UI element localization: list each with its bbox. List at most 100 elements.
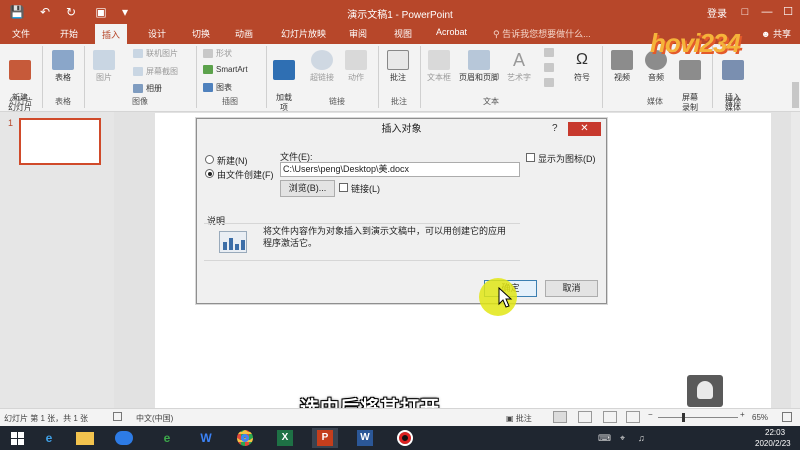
ribbon-divider [84, 46, 85, 108]
symbol-button[interactable]: Ω 符号 [570, 50, 594, 83]
date-time-icon [544, 48, 554, 57]
smartart-button[interactable]: SmartArt [203, 65, 248, 74]
textbox-button[interactable]: 文本框 [425, 50, 453, 83]
radio-create-new[interactable] [205, 155, 214, 164]
start-windows-icon[interactable] [4, 428, 30, 448]
zoom-slider[interactable] [658, 417, 738, 418]
omega-icon: Ω [576, 51, 588, 68]
tray-volume-icon[interactable]: ♫ [638, 433, 645, 443]
cancel-button[interactable]: 取消 [545, 280, 598, 297]
chart-icon [203, 83, 213, 92]
hyperlink-button[interactable]: 超链接 [306, 50, 338, 83]
tab-slideshow[interactable]: 幻灯片放映 [281, 27, 326, 40]
video-button[interactable]: 视频 [608, 50, 636, 83]
excel-icon[interactable]: X [272, 428, 298, 448]
wordart-button[interactable]: A 艺术字 [505, 50, 533, 83]
online-picture-icon [133, 49, 143, 58]
tray-keyboard-icon[interactable]: ⌨ [598, 433, 611, 444]
screenshot-icon [133, 67, 143, 76]
group-label-images: 图像 [132, 97, 148, 106]
new-slide-icon [9, 60, 31, 80]
language-status[interactable]: 中文(中国) [136, 413, 173, 424]
slideshow-view-icon[interactable] [626, 411, 640, 423]
slide-thumbnail[interactable] [19, 118, 101, 165]
tab-transitions[interactable]: 切换 [192, 27, 210, 40]
radio-create-from-file[interactable] [205, 169, 214, 178]
link-label: 链接(L) [351, 184, 380, 194]
group-label-slides: 幻灯片 [9, 97, 33, 106]
reading-view-icon[interactable] [603, 411, 617, 423]
addins-button[interactable]: 加载 项 [270, 50, 298, 113]
help-icon[interactable]: ? [552, 123, 558, 134]
comment-icon [387, 50, 409, 70]
album-button[interactable]: 相册 [133, 83, 162, 94]
edge-browser-icon[interactable]: e [154, 428, 180, 448]
zoom-out-icon[interactable]: − [648, 410, 653, 419]
browse-button[interactable]: 浏览(B)... [280, 180, 335, 197]
maximize-icon[interactable]: ☐ [778, 3, 798, 21]
addins-icon [273, 60, 295, 80]
tray-network-icon[interactable]: ⌖ [620, 433, 625, 444]
object-icon [544, 78, 554, 87]
zoom-slider-thumb[interactable] [682, 413, 685, 422]
vertical-scrollbar[interactable] [791, 82, 800, 408]
screen-record-button[interactable]: 屏幕 录制 [676, 50, 704, 113]
header-footer-button[interactable]: 页眉和页脚 [457, 50, 501, 83]
shapes-button[interactable]: 形状 [203, 48, 232, 59]
zoom-level[interactable]: 65% [752, 413, 768, 422]
zoom-in-icon[interactable]: + [740, 410, 745, 419]
clock-time[interactable]: 22:03 [765, 428, 785, 437]
powerpoint-icon[interactable]: P [312, 428, 338, 448]
ribbon-display-icon[interactable]: □ [735, 3, 755, 21]
date-time-button[interactable] [544, 48, 554, 57]
tab-insert[interactable]: 插入 [95, 24, 128, 44]
scroll-thumb[interactable] [792, 82, 799, 108]
online-pictures-button[interactable]: 联机图片 [133, 48, 178, 59]
chart-button[interactable]: 图表 [203, 82, 232, 93]
ribbon-divider [602, 46, 603, 108]
word-icon[interactable]: W [352, 428, 378, 448]
tab-home[interactable]: 开始 [60, 27, 78, 40]
screenshot-button[interactable]: 屏幕截图 [133, 66, 178, 77]
normal-view-icon[interactable] [553, 411, 567, 423]
embedded-object-icon [219, 231, 247, 253]
minimize-icon[interactable]: — [757, 3, 777, 21]
insert-media-icon [722, 60, 744, 80]
ie-browser-icon[interactable]: e [36, 428, 62, 448]
file-path-field[interactable]: C:\Users\peng\Desktop\美.docx [280, 162, 520, 177]
wps-icon[interactable]: W [193, 428, 219, 448]
object-button[interactable] [544, 78, 554, 87]
table-button[interactable]: 表格 [48, 50, 78, 83]
comments-toggle[interactable]: ▣ 批注 [506, 413, 532, 424]
fit-to-window-icon[interactable] [782, 412, 792, 422]
slide-count-status: 幻灯片 第 1 张，共 1 张 [4, 414, 89, 423]
spellcheck-icon[interactable] [113, 412, 122, 421]
tell-me-search[interactable]: ⚲ 告诉我您想要做什么... [493, 27, 591, 40]
window-title: 演示文稿1 - PowerPoint [347, 10, 453, 21]
tab-design[interactable]: 设计 [148, 27, 166, 40]
tab-review[interactable]: 审阅 [349, 27, 367, 40]
chrome-icon[interactable] [232, 428, 258, 448]
tab-view[interactable]: 视图 [394, 27, 412, 40]
login-link[interactable]: 登录 [707, 5, 727, 20]
tab-file[interactable]: 文件 [12, 27, 30, 40]
ribbon-divider [196, 46, 197, 108]
share-button[interactable]: ☻ 共享 [761, 27, 791, 40]
close-button[interactable]: ✕ [568, 122, 601, 136]
file-explorer-icon[interactable] [72, 428, 98, 448]
link-checkbox[interactable] [339, 183, 348, 192]
comment-button[interactable]: 批注 [385, 50, 411, 83]
tab-animations[interactable]: 动画 [235, 27, 253, 40]
display-as-icon-checkbox[interactable] [526, 153, 535, 162]
floating-widget-icon[interactable] [687, 375, 723, 407]
mouse-pointer-icon [498, 287, 513, 308]
slide-sorter-icon[interactable] [578, 411, 592, 423]
slide-number-button[interactable] [544, 63, 554, 72]
action-button[interactable]: 动作 [343, 50, 369, 83]
ribbon-divider [42, 46, 43, 108]
cloud-app-icon[interactable] [111, 428, 137, 448]
pictures-button[interactable]: 图片 [90, 50, 118, 83]
screen-recorder-icon[interactable] [392, 428, 418, 448]
tab-acrobat[interactable]: Acrobat [436, 27, 467, 37]
clock-date[interactable]: 2020/2/23 [755, 439, 791, 448]
